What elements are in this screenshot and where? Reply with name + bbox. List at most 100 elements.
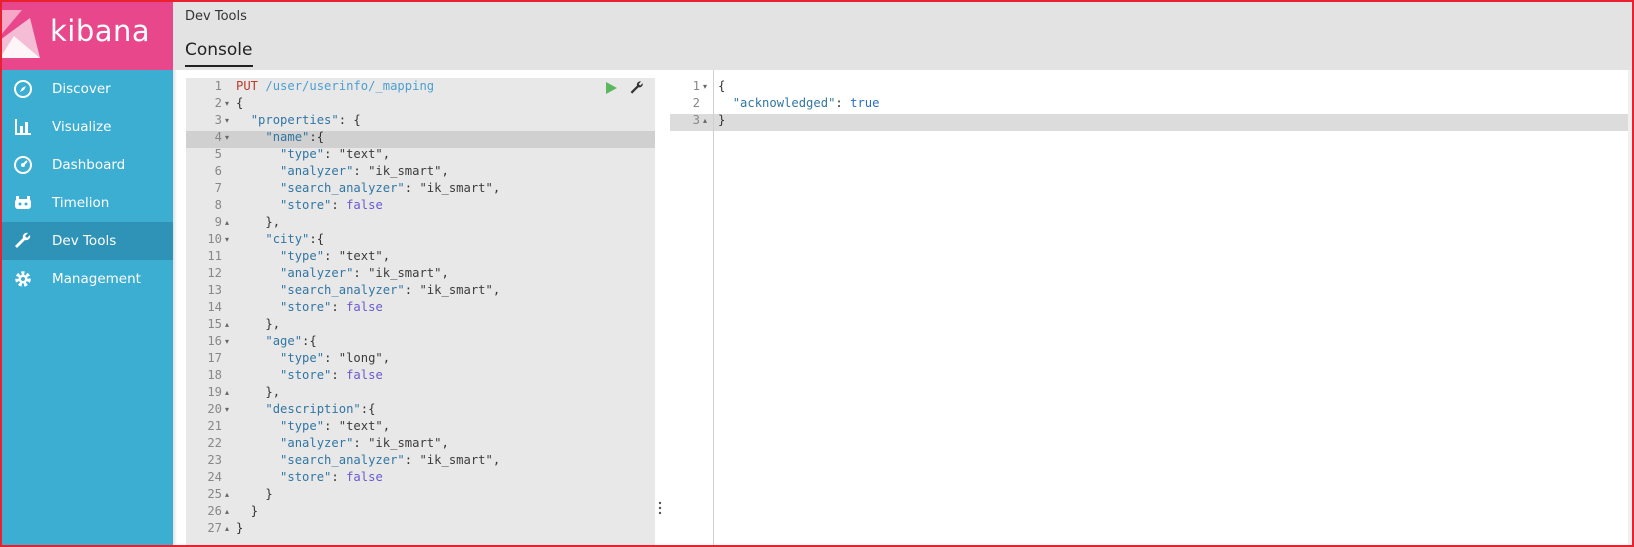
sidebar-item-label: Timelion: [52, 195, 110, 211]
line-number: 26: [207, 504, 222, 518]
line-number: 13: [207, 283, 222, 297]
request-line: "age":{: [265, 334, 317, 348]
request-actions: [602, 79, 646, 97]
request-line: "store": false: [280, 300, 383, 314]
fold-toggle-icon[interactable]: ▾: [225, 333, 229, 350]
sidebar-nav: Discover Visualize Dashboard Timelion De…: [0, 70, 173, 298]
gear-icon: [11, 267, 35, 291]
line-number: 1: [692, 79, 700, 93]
sidebar-item-management[interactable]: Management: [0, 260, 173, 298]
request-line: }: [236, 521, 244, 535]
line-number: 3: [214, 113, 222, 127]
request-line: {: [236, 96, 244, 110]
sidebar-item-timelion[interactable]: Timelion: [0, 184, 173, 222]
request-line: "type": "text",: [280, 249, 391, 263]
line-number: 9: [214, 215, 222, 229]
fold-toggle-icon[interactable]: ▾: [225, 112, 229, 129]
compass-icon: [11, 77, 35, 101]
request-line: "properties": {: [250, 113, 361, 127]
fold-toggle-icon[interactable]: ▴: [225, 384, 229, 401]
request-line: "type": "long",: [280, 351, 391, 365]
line-number: 20: [207, 402, 222, 416]
response-editor[interactable]: [670, 70, 1634, 547]
line-number: 16: [207, 334, 222, 348]
line-number: 10: [207, 232, 222, 246]
sidebar-item-dashboard[interactable]: Dashboard: [0, 146, 173, 184]
fold-toggle-icon[interactable]: ▾: [225, 95, 229, 112]
response-scrollbar[interactable]: [1628, 70, 1634, 547]
timelion-icon: [11, 191, 35, 215]
request-line: PUT /user/userinfo/_mapping: [236, 78, 434, 95]
bar-chart-icon: [11, 115, 35, 139]
play-icon: [606, 82, 617, 94]
kibana-logo[interactable]: kibana: [0, 0, 173, 70]
request-line: },: [265, 317, 281, 331]
fold-toggle-icon[interactable]: ▴: [225, 503, 229, 520]
fold-toggle-icon[interactable]: ▴: [703, 112, 707, 129]
request-line: },: [265, 385, 281, 399]
fold-toggle-icon[interactable]: ▴: [225, 486, 229, 503]
kibana-logo-icon: [0, 10, 40, 58]
line-number: 3: [692, 113, 700, 127]
fold-toggle-icon[interactable]: ▴: [225, 214, 229, 231]
response-value: true: [850, 96, 880, 110]
line-number: 21: [207, 419, 222, 433]
response-line: }: [718, 113, 726, 127]
request-line: "name":{: [265, 130, 325, 144]
request-line: },: [265, 215, 281, 229]
header: Dev Tools Console: [173, 0, 1634, 70]
request-line: "description":{: [265, 402, 376, 416]
response-line: {: [718, 79, 726, 93]
run-request-button[interactable]: [602, 79, 620, 97]
line-number: 14: [207, 300, 222, 314]
dashboard-icon: [11, 153, 35, 177]
line-number: 23: [207, 453, 222, 467]
line-number: 6: [214, 164, 222, 178]
request-line: }: [265, 487, 273, 501]
request-line: "store": false: [280, 368, 383, 382]
line-number: 25: [207, 487, 222, 501]
line-number: 24: [207, 470, 222, 484]
sidebar-item-label: Discover: [52, 81, 111, 97]
line-number: 5: [214, 147, 222, 161]
response-key: "acknowledged": [732, 96, 836, 110]
line-number: 8: [214, 198, 222, 212]
request-line: "analyzer": "ik_smart",: [280, 436, 449, 450]
wrench-icon: [11, 229, 35, 253]
breadcrumb[interactable]: Dev Tools: [185, 9, 247, 24]
line-number: 15: [207, 317, 222, 331]
response-gutter-border: [713, 70, 714, 547]
sidebar-item-label: Visualize: [52, 119, 112, 135]
sidebar-item-label: Dev Tools: [52, 233, 117, 249]
line-number: 18: [207, 368, 222, 382]
line-number: 12: [207, 266, 222, 280]
sidebar-item-dev-tools[interactable]: Dev Tools: [0, 222, 173, 260]
fold-toggle-icon[interactable]: ▴: [225, 520, 229, 537]
line-number: 27: [207, 521, 222, 535]
request-line: "analyzer": "ik_smart",: [280, 164, 449, 178]
request-line: "search_analyzer": "ik_smart",: [280, 181, 501, 195]
http-method: PUT: [236, 79, 259, 93]
fold-toggle-icon[interactable]: ▾: [703, 78, 707, 95]
line-number: 17: [207, 351, 222, 365]
tab-console[interactable]: Console: [185, 40, 253, 67]
request-line: "type": "text",: [280, 147, 391, 161]
logo-text: kibana: [50, 14, 151, 48]
resize-handle-icon[interactable]: [657, 500, 663, 515]
fold-toggle-icon[interactable]: ▴: [225, 316, 229, 333]
sidebar-item-label: Management: [52, 271, 141, 287]
panel-divider[interactable]: [655, 70, 670, 547]
request-settings-button[interactable]: [628, 79, 646, 97]
fold-toggle-icon[interactable]: ▾: [225, 401, 229, 418]
line-number: 11: [207, 249, 222, 263]
sidebar-item-visualize[interactable]: Visualize: [0, 108, 173, 146]
line-number: 1: [214, 79, 222, 93]
line-number: 7: [214, 181, 222, 195]
line-number: 4: [214, 130, 222, 144]
sidebar-item-discover[interactable]: Discover: [0, 70, 173, 108]
request-line: "store": false: [280, 198, 383, 212]
fold-toggle-icon[interactable]: ▾: [225, 231, 229, 248]
response-line: "acknowledged": true: [732, 96, 880, 110]
fold-toggle-icon[interactable]: ▾: [225, 129, 229, 146]
response-active-line: [670, 114, 1628, 131]
